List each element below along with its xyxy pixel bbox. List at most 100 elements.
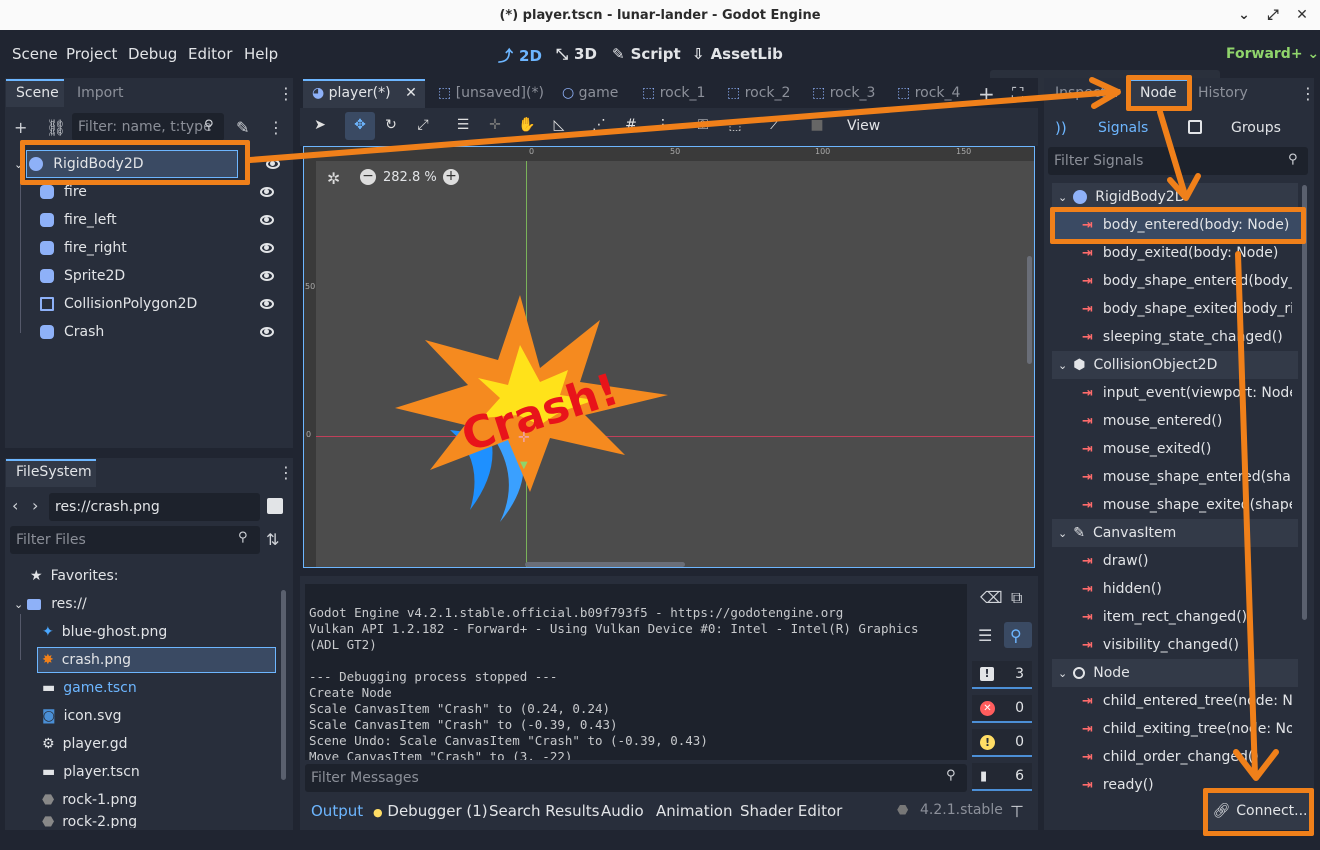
fs-path-input[interactable]: res://crash.png [49,493,260,521]
add-tab-icon[interactable]: + [978,82,995,106]
tab-rock-2[interactable]: ⬚ rock_2 [727,85,790,101]
attach-script-icon[interactable]: ✎ [236,118,249,137]
pan-tool-icon[interactable]: ✋ [518,117,536,135]
visibility-eye-icon[interactable] [260,187,274,197]
tab-animation[interactable]: Animation [656,802,732,820]
zoom-out-icon[interactable]: − [360,169,376,185]
tab-unsaved[interactable]: ⬚ [unsaved](*) [438,85,544,101]
add-node-icon[interactable]: + [14,118,27,137]
camera-icon[interactable]: ■ [808,117,826,135]
dock-menu-icon[interactable]: ⋮ [278,84,294,103]
visibility-eye-icon[interactable] [260,327,274,337]
viewport-hscrollbar[interactable] [525,562,685,567]
instance-scene-icon[interactable]: ⛓ [46,118,66,137]
visibility-eye-icon[interactable] [260,215,274,225]
tab-audio[interactable]: Audio [601,802,644,820]
tab-shader-editor[interactable]: Shader Editor [740,802,842,820]
fs-file-crash[interactable]: ✸ crash.png [42,646,131,674]
signal-mouse-entered[interactable]: ⇥ mouse_entered() [1082,407,1292,435]
bone-icon[interactable]: ⟋ [766,117,784,135]
tree-node-collisionpolygon2d[interactable]: CollisionPolygon2D [40,290,284,318]
fs-file-icon-svg[interactable]: ◙ icon.svg [42,702,122,730]
list-select-icon[interactable]: ☰ [454,117,472,135]
signal-mouse-shape-exited[interactable]: ⇥ mouse_shape_exited(shape... [1082,491,1292,519]
signal-child-entered-tree[interactable]: ⇥ child_entered_tree(node: N... [1082,687,1292,715]
signal-draw[interactable]: ⇥ draw() [1082,547,1292,575]
visibility-eye-icon[interactable] [260,243,274,253]
signal-hidden[interactable]: ⇥ hidden() [1082,575,1292,603]
tab-search-results[interactable]: Search Results [489,802,599,820]
visibility-eye-icon[interactable] [266,159,280,169]
maximize-icon[interactable]: ⤢ [1263,5,1283,25]
signal-child-order-changed[interactable]: ⇥ child_order_changed() [1082,743,1292,771]
tab-inspector[interactable]: Inspector [1055,85,1120,101]
select-tool-icon[interactable]: ➤ [311,117,329,135]
tab-rock-4[interactable]: ⬚ rock_4 [897,85,960,101]
signal-sleeping-state-changed[interactable]: ⇥ sleeping_state_changed() [1082,323,1292,351]
search-toggle-icon[interactable]: ⚲ [1010,626,1022,645]
tab-scene[interactable]: Scene [16,85,59,101]
subtab-groups[interactable]: Groups [1231,120,1281,136]
lock-icon[interactable]: ⚿ [694,117,712,135]
zoom-level[interactable]: 282.8 % [383,170,437,185]
fs-file-player-gd[interactable]: ⚙ player.gd [42,730,128,758]
zoom-center-icon[interactable]: ✲ [327,169,340,188]
renderer-select[interactable]: Forward+ ⌄ [1226,46,1319,62]
close-window-icon[interactable]: ✕ [1292,5,1312,25]
fs-favorites[interactable]: ★ Favorites: [30,562,119,590]
fs-file-blue-ghost[interactable]: ✦ blue-ghost.png [42,618,167,646]
fs-file-player-tscn[interactable]: ▬ player.tscn [42,758,140,786]
tree-node-sprite2d[interactable]: Sprite2D [40,262,284,290]
expand-panel-icon[interactable]: ⊤ [1010,802,1024,821]
signal-mouse-shape-entered[interactable]: ⇥mouse_shape_entered(shape... [1082,463,1292,491]
fs-file-game-tscn[interactable]: ▬ game.tscn [42,674,137,702]
rotate-tool-icon[interactable]: ↻ [382,117,400,135]
clear-output-icon[interactable]: ⌫ [980,588,1003,607]
menu-scene[interactable]: Scene [12,45,58,63]
fs-dock-menu-icon[interactable]: ⋮ [278,463,294,482]
visibility-eye-icon[interactable] [260,299,274,309]
tab-rock-3[interactable]: ⬚ rock_3 [812,85,875,101]
zoom-in-icon[interactable]: + [443,169,459,185]
menu-debug[interactable]: Debug [128,45,177,63]
move-tool-icon[interactable]: ✥ [351,117,369,135]
workspace-assetlib[interactable]: ⇩ AssetLib [692,45,783,63]
filter-signals-input[interactable]: Filter Signals [1048,147,1308,175]
copy-output-icon[interactable]: ⧉ [1011,588,1022,608]
subtab-signals[interactable]: Signals [1098,120,1148,136]
signal-item-rect-changed[interactable]: ⇥ item_rect_changed() [1082,603,1292,631]
menu-help[interactable]: Help [244,45,278,63]
visibility-eye-icon[interactable] [260,271,274,281]
ruler-tool-icon[interactable]: ◺ [550,117,568,135]
tab-import[interactable]: Import [77,85,123,101]
signal-mouse-exited[interactable]: ⇥ mouse_exited() [1082,435,1292,463]
view-menu[interactable]: View [847,118,880,134]
close-tab-icon[interactable]: ✕ [405,85,417,101]
tree-node-fire-right[interactable]: fire_right [40,234,284,262]
fs-file-rock-1[interactable]: ⬣ rock-1.png [42,786,137,814]
back-icon[interactable]: ‹ [12,496,18,515]
fs-file-rock-2[interactable]: ⬣ rock-2.png [42,814,137,828]
distraction-free-icon[interactable]: ⛶ [1012,84,1023,104]
fs-scrollbar[interactable] [281,590,286,780]
message-count[interactable]: ▮ 6 [972,763,1032,791]
tab-output[interactable]: Output [311,802,363,820]
scene-menu-icon[interactable]: ⋮ [268,118,284,137]
signal-group-node[interactable]: ⌄ Node [1052,659,1298,687]
signals-scrollbar[interactable] [1302,185,1307,620]
group-icon[interactable]: ⬚ [726,117,744,135]
signal-child-exiting-tree[interactable]: ⇥ child_exiting_tree(node: No... [1082,715,1292,743]
menu-editor[interactable]: Editor [188,45,232,63]
filter-messages-input[interactable]: Filter Messages [305,764,967,792]
signal-group-canvasitem[interactable]: ⌄ ✎ CanvasItem [1052,519,1298,547]
collapse-icon[interactable]: ☰ [978,626,992,645]
crash-sprite[interactable]: Crash! [390,290,675,530]
error-count[interactable]: ✕ 0 [972,695,1032,723]
signal-group-collisionobject2d[interactable]: ⌄ ⬢ CollisionObject2D [1052,351,1298,379]
signal-body-shape-exited[interactable]: ⇥body_shape_exited(body_rid... [1082,295,1292,323]
tab-rock-1[interactable]: ⬚ rock_1 [642,85,705,101]
signal-input-event[interactable]: ⇥ input_event(viewport: Node... [1082,379,1292,407]
tab-debugger[interactable]: ● Debugger (1) [373,802,488,820]
workspace-script[interactable]: ✎ Script [612,45,681,63]
tree-node-crash[interactable]: Crash [40,318,284,346]
